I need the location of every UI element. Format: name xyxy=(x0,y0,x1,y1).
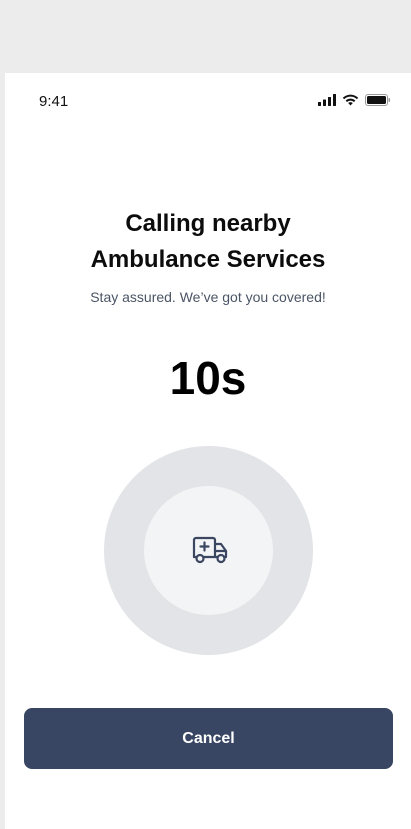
status-bar: 9:41 xyxy=(5,73,411,127)
calling-indicator-outer-ring xyxy=(104,446,313,655)
title-line-2: Ambulance Services xyxy=(90,246,326,273)
calling-indicator-inner-ring xyxy=(144,486,273,615)
status-time: 9:41 xyxy=(39,93,69,110)
countdown-timer: 10s xyxy=(169,352,247,404)
cellular-signal-icon xyxy=(318,94,336,106)
title-line-1: Calling nearby xyxy=(125,210,291,237)
status-icons xyxy=(318,94,391,106)
battery-icon xyxy=(365,94,390,106)
cancel-button[interactable]: Cancel xyxy=(24,708,393,769)
page-title: Calling nearby Ambulance Services xyxy=(5,206,411,278)
wifi-icon xyxy=(342,94,359,106)
ambulance-icon xyxy=(192,536,227,563)
subtitle: Stay assured. We’ve got you covered! xyxy=(90,289,326,305)
calling-screen: 9:41 Calling nearby Ambulance Services S… xyxy=(5,73,411,829)
